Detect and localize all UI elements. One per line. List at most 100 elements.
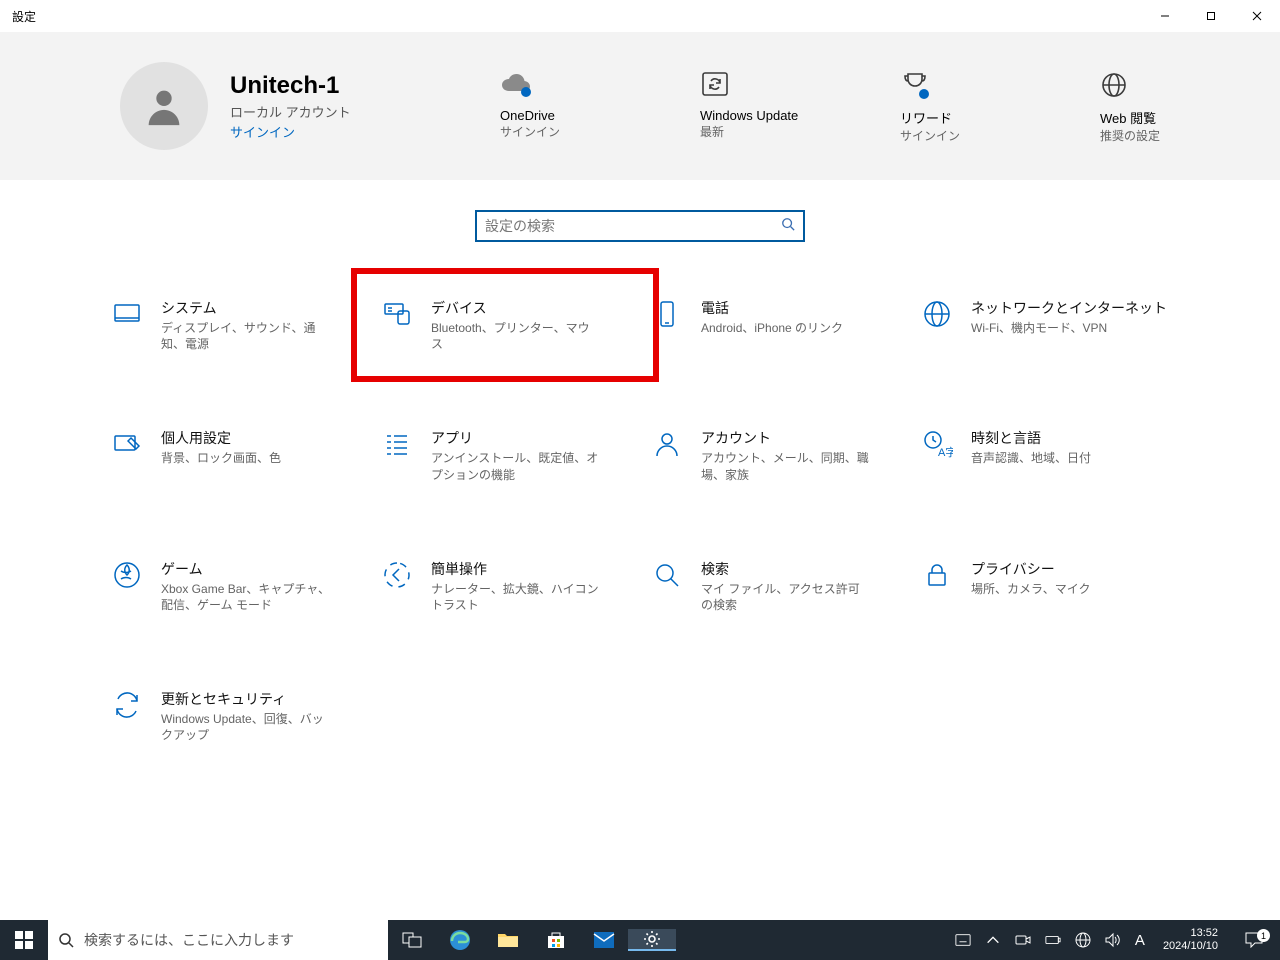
category-apps[interactable]: アプリアンインストール、既定値、オプションの機能 <box>375 422 635 488</box>
accounts-title: アカウント <box>701 428 871 448</box>
phone-desc: Android、iPhone のリンク <box>701 320 843 336</box>
tray-chevron-up-icon[interactable] <box>981 932 1005 948</box>
gaming-title: ゲーム <box>161 559 331 579</box>
ease-desc: ナレーター、拡大鏡、ハイコントラスト <box>431 581 601 613</box>
privacy-title: プライバシー <box>971 559 1091 579</box>
ease-title: 簡単操作 <box>431 559 601 579</box>
maximize-button[interactable] <box>1188 0 1234 32</box>
tray-volume-icon[interactable] <box>1101 932 1125 948</box>
system-title: システム <box>161 298 331 318</box>
category-time[interactable]: A字 時刻と言語音声認識、地域、日付 <box>915 422 1175 488</box>
apps-desc: アンインストール、既定値、オプションの機能 <box>431 450 601 482</box>
taskbar-apps <box>388 920 676 960</box>
signin-link[interactable]: サインイン <box>230 122 351 141</box>
titlebar: 設定 <box>0 0 1280 32</box>
devices-icon <box>381 298 413 330</box>
category-gaming[interactable]: ゲームXbox Game Bar、キャプチャ、配信、ゲーム モード <box>105 553 365 619</box>
web-tile[interactable]: Web 閲覧 推奨の設定 <box>1100 68 1210 144</box>
personalize-desc: 背景、ロック画面、色 <box>161 450 281 466</box>
onedrive-icon <box>500 68 610 102</box>
category-accounts[interactable]: アカウントアカウント、メール、同期、職場、家族 <box>645 422 905 488</box>
rewards-icon <box>900 68 1010 102</box>
network-title: ネットワークとインターネット <box>971 298 1167 318</box>
phone-title: 電話 <box>701 298 843 318</box>
tray-ime-indicator[interactable]: A <box>1131 932 1149 949</box>
update-name: Windows Update <box>700 108 810 123</box>
system-tray: A 13:52 2024/10/10 1 <box>947 920 1280 960</box>
close-button[interactable] <box>1234 0 1280 32</box>
gaming-desc: Xbox Game Bar、キャプチャ、配信、ゲーム モード <box>161 581 331 613</box>
apps-title: アプリ <box>431 428 601 448</box>
taskview-button[interactable] <box>388 932 436 948</box>
category-system[interactable]: システムディスプレイ、サウンド、通知、電源 <box>105 292 365 358</box>
rewards-tile[interactable]: リワード サインイン <box>900 68 1010 144</box>
search-icon <box>781 217 795 236</box>
start-button[interactable] <box>0 920 48 960</box>
accounts-icon <box>651 428 683 460</box>
privacy-icon <box>921 559 953 591</box>
search-input[interactable] <box>485 218 781 234</box>
window-title: 設定 <box>12 8 36 25</box>
taskbar-clock[interactable]: 13:52 2024/10/10 <box>1155 927 1226 953</box>
search-cat-icon <box>651 559 683 591</box>
action-center-button[interactable]: 1 <box>1232 932 1276 948</box>
taskbar-search[interactable]: 検索するには、ここに入力します <box>48 920 388 960</box>
taskbar-date: 2024/10/10 <box>1163 940 1218 953</box>
update-tile[interactable]: Windows Update 最新 <box>700 68 810 144</box>
rewards-sub: サインイン <box>900 127 1010 144</box>
privacy-desc: 場所、カメラ、マイク <box>971 581 1091 597</box>
mail-icon[interactable] <box>580 931 628 949</box>
onedrive-sub: サインイン <box>500 123 610 140</box>
taskbar: 検索するには、ここに入力します A 13:52 2024/10/10 1 <box>0 920 1280 960</box>
user-icon <box>141 83 187 129</box>
edge-icon[interactable] <box>436 929 484 951</box>
category-personalize[interactable]: 個人用設定背景、ロック画面、色 <box>105 422 365 488</box>
settings-taskbar-icon[interactable] <box>628 929 676 951</box>
updatesec-title: 更新とセキュリティ <box>161 689 331 709</box>
user-name: Unitech-1 <box>230 72 351 100</box>
update-sub: 最新 <box>700 123 810 140</box>
phone-icon <box>651 298 683 330</box>
taskbar-search-placeholder: 検索するには、ここに入力します <box>84 930 294 950</box>
status-tiles: OneDrive サインイン Windows Update 最新 リワード サイ… <box>500 68 1240 144</box>
account-type: ローカル アカウント <box>230 102 351 121</box>
tray-touchkeyboard-icon[interactable] <box>951 932 975 948</box>
updatesec-desc: Windows Update、回復、バックアップ <box>161 711 331 743</box>
category-network[interactable]: ネットワークとインターネットWi-Fi、機内モード、VPN <box>915 292 1175 358</box>
category-ease[interactable]: 簡単操作ナレーター、拡大鏡、ハイコントラスト <box>375 553 635 619</box>
ease-icon <box>381 559 413 591</box>
web-icon <box>1100 68 1210 102</box>
category-phone[interactable]: 電話 Android、iPhone のリンク <box>645 292 905 358</box>
category-privacy[interactable]: プライバシー場所、カメラ、マイク <box>915 553 1175 619</box>
devices-desc: Bluetooth、プリンター、マウス <box>431 320 601 352</box>
search-wrap <box>0 210 1280 242</box>
tray-meetnow-icon[interactable] <box>1011 932 1035 948</box>
category-updatesec[interactable]: 更新とセキュリティWindows Update、回復、バックアップ <box>105 683 365 749</box>
time-icon: A字 <box>921 428 953 460</box>
personalize-icon <box>111 428 143 460</box>
user-block: Unitech-1 ローカル アカウント サインイン <box>230 72 351 141</box>
store-icon[interactable] <box>532 930 580 950</box>
category-devices[interactable]: デバイスBluetooth、プリンター、マウス <box>375 292 635 358</box>
minimize-button[interactable] <box>1142 0 1188 32</box>
onedrive-name: OneDrive <box>500 108 610 123</box>
svg-text:A字: A字 <box>938 445 953 459</box>
tray-network-icon[interactable] <box>1071 932 1095 948</box>
system-desc: ディスプレイ、サウンド、通知、電源 <box>161 320 331 352</box>
onedrive-tile[interactable]: OneDrive サインイン <box>500 68 610 144</box>
rewards-name: リワード <box>900 108 1010 127</box>
network-icon <box>921 298 953 330</box>
tray-battery-icon[interactable] <box>1041 932 1065 948</box>
updatesec-icon <box>111 689 143 721</box>
avatar[interactable] <box>120 62 208 150</box>
settings-search[interactable] <box>475 210 805 242</box>
web-sub: 推奨の設定 <box>1100 127 1210 144</box>
system-icon <box>111 298 143 330</box>
category-search[interactable]: 検索マイ ファイル、アクセス許可の検索 <box>645 553 905 619</box>
personalize-title: 個人用設定 <box>161 428 281 448</box>
web-name: Web 閲覧 <box>1100 108 1210 127</box>
search-icon <box>58 932 74 948</box>
time-desc: 音声認識、地域、日付 <box>971 450 1091 466</box>
explorer-icon[interactable] <box>484 931 532 949</box>
accounts-desc: アカウント、メール、同期、職場、家族 <box>701 450 871 482</box>
